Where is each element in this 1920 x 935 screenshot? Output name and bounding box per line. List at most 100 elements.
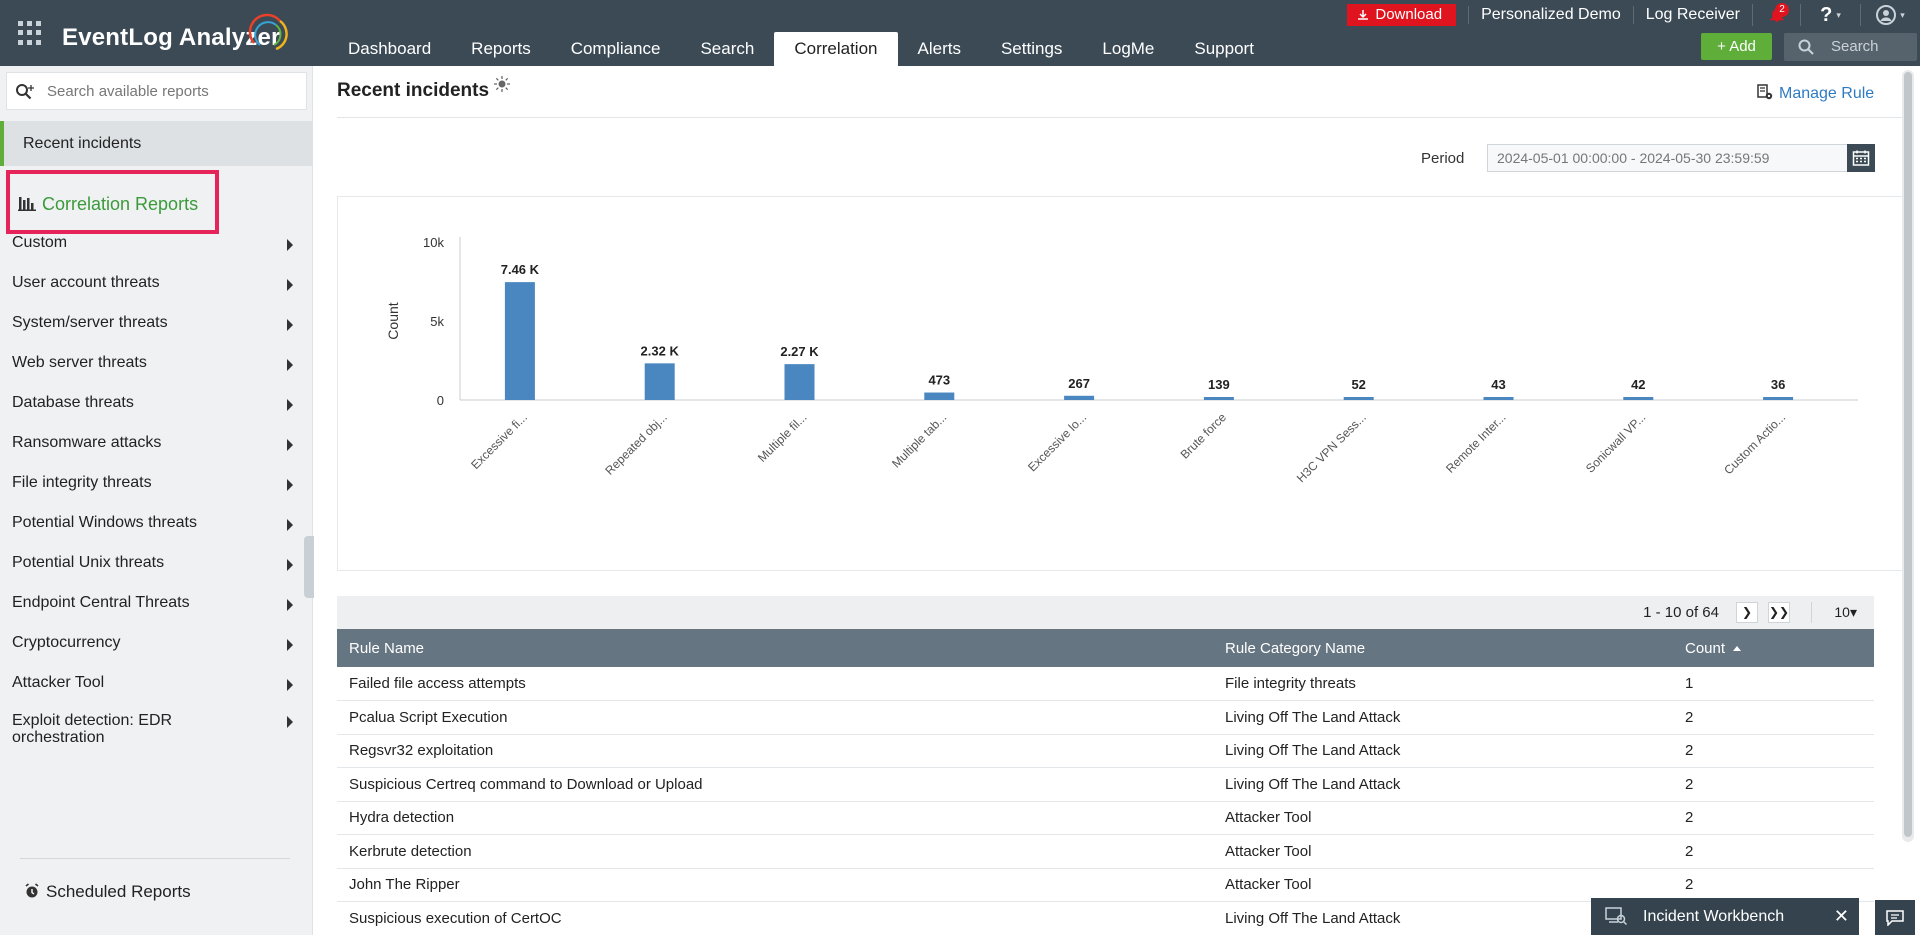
nav-tab-compliance[interactable]: Compliance	[551, 32, 681, 66]
help-button[interactable]: ? ▾	[1800, 4, 1860, 26]
table-row[interactable]: Suspicious Certreq command to Download o…	[337, 767, 1874, 802]
next-page-button[interactable]: ❯	[1736, 602, 1758, 623]
table-row[interactable]: Pcalua Script Execution Living Off The La…	[337, 700, 1874, 735]
rule-category-cell: File integrity threats	[1213, 667, 1673, 701]
user-menu-button[interactable]: ▾	[1860, 4, 1920, 26]
table-row[interactable]: John The Ripper Attacker Tool 2	[337, 868, 1874, 902]
rule-category-cell: Living Off The Land Attack	[1213, 734, 1673, 768]
rule-name-cell[interactable]: Hydra detection	[337, 801, 1213, 835]
bar-value-label: 2.32 K	[641, 343, 680, 358]
count-cell: 2	[1673, 767, 1874, 802]
nav-tab-search[interactable]: Search	[680, 32, 774, 66]
nav-tab-settings[interactable]: Settings	[981, 32, 1082, 66]
sidebar-item-user-account-threats[interactable]: User account threats	[0, 265, 313, 305]
incidents-chart: 0 5k 10k Count 7.46 K Excessive fi... 2.32 K Re…	[337, 196, 1903, 571]
table-pager-bar: 1 - 10 of 64 ❯ ❯❯ 10▾	[337, 596, 1874, 629]
global-search-input[interactable]: Search	[1784, 33, 1917, 61]
log-receiver-link[interactable]: Log Receiver	[1632, 6, 1752, 24]
chart-bar	[1343, 397, 1374, 400]
table-header-row: Rule Name Rule Category Name Count	[337, 629, 1874, 667]
sidebar-item-endpoint-central-threats[interactable]: Endpoint Central Threats	[0, 585, 313, 625]
sidebar-item-exploit-detection[interactable]: Exploit detection: EDR orchestration	[0, 705, 313, 755]
lightbulb-icon[interactable]	[492, 74, 512, 94]
sidebar-item-scheduled-reports[interactable]: Scheduled Reports	[24, 882, 191, 902]
x-tick-label: Excessive fi...	[468, 410, 530, 472]
close-icon[interactable]: ✕	[1834, 898, 1849, 935]
bar-value-label: 473	[928, 373, 950, 388]
column-header-rule-category[interactable]: Rule Category Name	[1213, 629, 1673, 667]
sidebar-item-label: Potential Windows threats	[12, 514, 197, 531]
table-row[interactable]: Failed file access attempts File integrit…	[337, 667, 1874, 701]
incident-workbench-panel[interactable]: Incident Workbench ✕	[1591, 898, 1859, 935]
nav-tab-alerts[interactable]: Alerts	[898, 32, 981, 66]
page-scrollbar[interactable]	[1902, 70, 1914, 842]
x-tick-label: Multiple fil...	[755, 410, 810, 465]
calendar-button[interactable]	[1847, 144, 1875, 172]
sidebar-item-ransomware-attacks[interactable]: Ransomware attacks	[0, 425, 313, 465]
table-row[interactable]: Hydra detection Attacker Tool 2	[337, 801, 1874, 835]
column-header-count[interactable]: Count	[1673, 629, 1874, 667]
nav-tab-correlation[interactable]: Correlation	[774, 32, 898, 66]
sidebar-item-database-threats[interactable]: Database threats	[0, 385, 313, 425]
table-row[interactable]: Kerbrute detection Attacker Tool 2	[337, 834, 1874, 869]
sidebar-item-potential-windows-threats[interactable]: Potential Windows threats	[0, 505, 313, 545]
download-button[interactable]: Download	[1347, 4, 1457, 26]
nav-tab-reports[interactable]: Reports	[451, 32, 551, 66]
column-header-rule-name[interactable]: Rule Name	[337, 629, 1213, 667]
period-input[interactable]	[1487, 144, 1849, 172]
sidebar-item-label: User account threats	[12, 274, 160, 291]
rule-name-cell[interactable]: Suspicious execution of CertOC	[337, 901, 1213, 935]
global-search-placeholder: Search	[1831, 38, 1879, 55]
calendar-icon	[1852, 150, 1870, 166]
sidebar-collapse-handle[interactable]	[304, 536, 314, 598]
nav-tab-support[interactable]: Support	[1174, 32, 1274, 66]
download-label: Download	[1375, 6, 1443, 23]
chat-button[interactable]	[1875, 900, 1915, 935]
sidebar-item-file-integrity-threats[interactable]: File integrity threats	[0, 465, 313, 505]
rule-name-cell[interactable]: Regsvr32 exploitation	[337, 734, 1213, 768]
rule-name-cell[interactable]: Pcalua Script Execution	[337, 700, 1213, 735]
sidebar-item-web-server-threats[interactable]: Web server threats	[0, 345, 313, 385]
count-cell: 2	[1673, 868, 1874, 902]
report-search-input[interactable]	[47, 73, 302, 109]
sidebar-item-potential-unix-threats[interactable]: Potential Unix threats	[0, 545, 313, 585]
bar-value-label: 36	[1771, 377, 1785, 392]
page-size-select[interactable]: 10▾	[1834, 604, 1857, 621]
personalized-demo-link[interactable]: Personalized Demo	[1468, 6, 1633, 24]
notifications-button[interactable]: 2	[1752, 3, 1800, 26]
sidebar-item-label: System/server threats	[12, 314, 168, 331]
sidebar-item-label: Potential Unix threats	[12, 554, 165, 571]
brand-swirl-icon	[248, 13, 288, 51]
last-page-button[interactable]: ❯❯	[1768, 602, 1790, 623]
add-button[interactable]: + Add	[1701, 33, 1772, 60]
sidebar-item-recent-incidents[interactable]: Recent incidents	[0, 121, 313, 166]
app-grid-icon[interactable]	[18, 21, 42, 45]
x-tick-label: Remote Inter...	[1443, 410, 1509, 476]
x-tick-label: Brute force	[1178, 410, 1230, 462]
chevron-right-icon	[287, 479, 293, 491]
bar-value-label: 139	[1208, 377, 1230, 392]
scrollbar-thumb[interactable]	[1904, 72, 1912, 837]
sidebar-item-label: Ransomware attacks	[12, 434, 162, 451]
sidebar-item-cryptocurrency[interactable]: Cryptocurrency	[0, 625, 313, 665]
sidebar: Recent incidents Correlation Reports Cus…	[0, 66, 314, 935]
sidebar-item-custom[interactable]: Custom	[0, 225, 313, 265]
chevron-right-icon	[287, 319, 293, 331]
table-row[interactable]: Regsvr32 exploitation Living Off The Land…	[337, 734, 1874, 768]
count-cell: 2	[1673, 834, 1874, 869]
chart-bar	[504, 282, 535, 400]
chart-bar	[1203, 397, 1234, 400]
nav-tab-dashboard[interactable]: Dashboard	[328, 32, 451, 66]
rule-name-cell[interactable]: Suspicious Certreq command to Download o…	[337, 767, 1213, 802]
sidebar-item-label: Cryptocurrency	[12, 634, 121, 651]
sidebar-item-system-server-threats[interactable]: System/server threats	[0, 305, 313, 345]
nav-tab-logme[interactable]: LogMe	[1082, 32, 1174, 66]
rule-category-cell: Living Off The Land Attack	[1213, 700, 1673, 735]
manage-rule-link[interactable]: Manage Rule	[1757, 84, 1874, 103]
rule-name-cell[interactable]: John The Ripper	[337, 868, 1213, 902]
rule-name-cell[interactable]: Kerbrute detection	[337, 834, 1213, 869]
rule-category-cell: Attacker Tool	[1213, 868, 1673, 902]
rule-name-cell[interactable]: Failed file access attempts	[337, 667, 1213, 701]
sidebar-item-attacker-tool[interactable]: Attacker Tool	[0, 665, 313, 705]
count-cell: 1	[1673, 667, 1874, 701]
